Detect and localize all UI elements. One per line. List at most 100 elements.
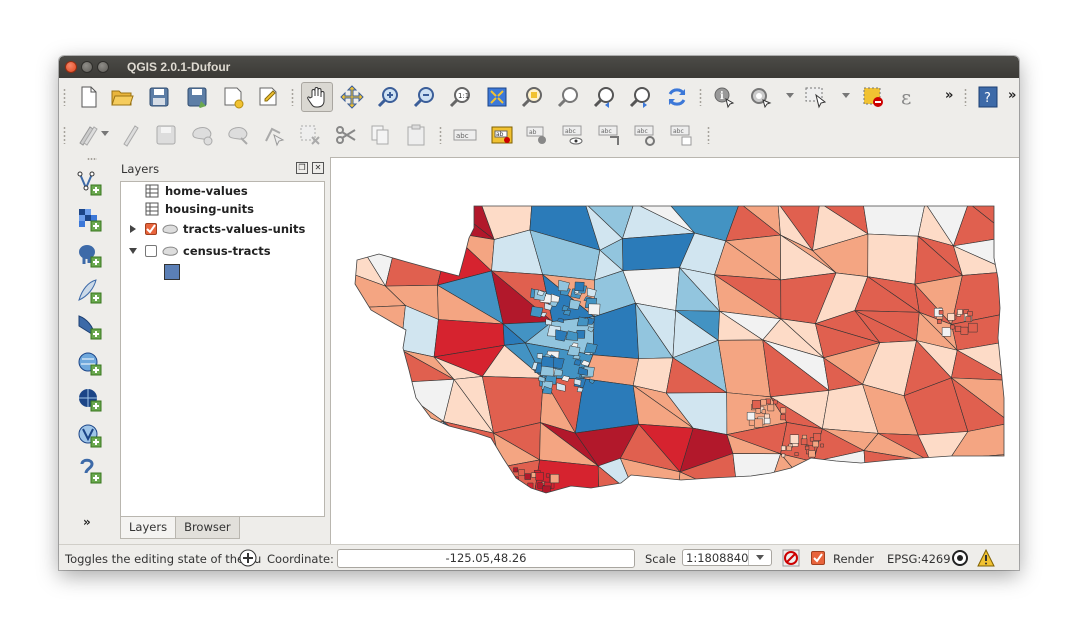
toolbar-overflow-icon[interactable]: »: [1008, 88, 1016, 103]
label-toolbar-icon[interactable]: abc: [452, 122, 478, 148]
chevron-down-icon[interactable]: [786, 93, 794, 98]
polygon-layer-icon: [162, 224, 178, 234]
refresh-icon[interactable]: [664, 84, 690, 110]
measure-icon[interactable]: ε: [897, 84, 923, 110]
scale-combobox[interactable]: 1:1808840: [682, 549, 772, 566]
zoom-native-icon[interactable]: 1:1: [448, 84, 474, 110]
crs-globe-icon[interactable]: [951, 549, 969, 567]
maximize-window-button[interactable]: [97, 61, 109, 73]
add-postgis-layer-icon[interactable]: [75, 241, 103, 269]
polygon-layer-icon: [162, 246, 178, 256]
census-tract: [746, 412, 756, 421]
census-tract: [786, 445, 792, 451]
change-label-icon[interactable]: abc: [669, 122, 695, 148]
collapse-arrow-icon[interactable]: [129, 246, 137, 256]
layer-item-housing-units[interactable]: housing-units: [145, 200, 254, 218]
composer-manager-icon[interactable]: [255, 84, 281, 110]
show-hide-labels-icon[interactable]: abc: [561, 122, 587, 148]
node-tool-icon[interactable]: [261, 122, 287, 148]
crs-label[interactable]: EPSG:4269: [887, 552, 951, 566]
chevron-down-icon[interactable]: [756, 555, 764, 560]
minimize-window-button[interactable]: [81, 61, 93, 73]
layer-labeling-icon[interactable]: ab: [489, 122, 515, 148]
add-delimited-text-layer-icon[interactable]: [75, 457, 103, 485]
help-icon[interactable]: ?: [975, 84, 1001, 110]
save-edits-icon[interactable]: [153, 122, 179, 148]
move-feature-icon[interactable]: [225, 122, 251, 148]
legend-symbol[interactable]: [164, 264, 180, 280]
map-canvas[interactable]: [330, 157, 1019, 545]
layer-visibility-checkbox[interactable]: [145, 223, 157, 235]
delete-selected-icon[interactable]: [297, 122, 323, 148]
coordinate-field[interactable]: -125.05,48.26: [337, 549, 635, 568]
select-features-icon[interactable]: [803, 84, 829, 110]
cut-features-icon[interactable]: [333, 122, 359, 148]
add-wfs-layer-icon[interactable]: [75, 421, 103, 449]
toolbar-grip[interactable]: [699, 88, 702, 106]
zoom-out-icon[interactable]: [412, 84, 438, 110]
toolbar-grip[interactable]: [63, 88, 66, 106]
add-vector-layer-icon[interactable]: [75, 169, 103, 197]
paste-features-icon[interactable]: [403, 122, 429, 148]
close-window-button[interactable]: [65, 61, 77, 73]
pan-map-icon[interactable]: [301, 82, 333, 112]
identify-icon[interactable]: i: [711, 84, 737, 110]
layer-item-census-tracts[interactable]: census-tracts: [129, 242, 271, 260]
census-tract: [732, 453, 782, 493]
warning-icon[interactable]: [977, 549, 995, 567]
stop-render-icon[interactable]: [782, 549, 800, 567]
svg-text:ab: ab: [529, 129, 537, 136]
zoom-in-icon[interactable]: [376, 84, 402, 110]
expand-arrow-icon[interactable]: [129, 224, 137, 234]
zoom-to-selection-icon[interactable]: [520, 84, 546, 110]
toolbar-grip[interactable]: [291, 88, 294, 106]
float-panel-icon[interactable]: ❐: [296, 162, 308, 174]
zoom-full-icon[interactable]: [484, 84, 510, 110]
save-as-icon[interactable]: [184, 84, 210, 110]
add-raster-layer-icon[interactable]: [75, 205, 103, 233]
toggle-editing-icon[interactable]: [117, 122, 143, 148]
open-project-icon[interactable]: [109, 84, 135, 110]
layer-item-home-values[interactable]: home-values: [145, 182, 248, 200]
render-checkbox[interactable]: [811, 551, 825, 565]
chevron-down-icon[interactable]: [101, 131, 109, 136]
copy-features-icon[interactable]: [367, 122, 393, 148]
new-project-icon[interactable]: [75, 84, 101, 110]
zoom-next-icon[interactable]: [628, 84, 654, 110]
move-label-icon[interactable]: abc: [597, 122, 623, 148]
add-mssql-layer-icon[interactable]: [75, 313, 103, 341]
toolbar-grip[interactable]: [63, 126, 66, 144]
toolbar-grip[interactable]: [439, 126, 442, 144]
zoom-to-layer-icon[interactable]: [556, 84, 582, 110]
toolbar-grip[interactable]: [964, 88, 967, 106]
toolbar-grip[interactable]: [87, 157, 97, 161]
add-spatialite-layer-icon[interactable]: [75, 277, 103, 305]
expand-toolbar-icon[interactable]: »: [83, 515, 91, 529]
zoom-last-icon[interactable]: [592, 84, 618, 110]
deselect-all-icon[interactable]: [860, 84, 886, 110]
layer-item-tracts-values-units[interactable]: tracts-values-units: [129, 220, 305, 238]
census-tract: [780, 407, 787, 414]
tab-layers[interactable]: Layers: [120, 517, 177, 539]
layer-label: census-tracts: [183, 244, 271, 258]
toggle-extents-icon[interactable]: [239, 549, 257, 567]
rotate-label-icon[interactable]: abc: [633, 122, 659, 148]
table-icon: [145, 184, 159, 198]
run-action-icon[interactable]: [747, 84, 773, 110]
layer-visibility-checkbox[interactable]: [145, 245, 157, 257]
current-edits-icon[interactable]: [75, 122, 101, 148]
tab-browser[interactable]: Browser: [175, 517, 240, 539]
chevron-down-icon[interactable]: [842, 93, 850, 98]
toolbar-grip[interactable]: [707, 126, 710, 144]
new-print-composer-icon[interactable]: [220, 84, 246, 110]
choropleth-map[interactable]: [331, 158, 1019, 545]
close-panel-icon[interactable]: ✕: [312, 162, 324, 174]
toolbar-overflow-icon[interactable]: »: [945, 88, 953, 103]
add-wms-layer-icon[interactable]: [75, 349, 103, 377]
pan-to-selection-icon[interactable]: [339, 84, 365, 110]
svg-text:1:1: 1:1: [458, 92, 469, 100]
add-feature-icon[interactable]: [189, 122, 215, 148]
save-project-icon[interactable]: [146, 84, 172, 110]
add-wcs-layer-icon[interactable]: [75, 385, 103, 413]
pin-labels-icon[interactable]: ab: [525, 122, 551, 148]
